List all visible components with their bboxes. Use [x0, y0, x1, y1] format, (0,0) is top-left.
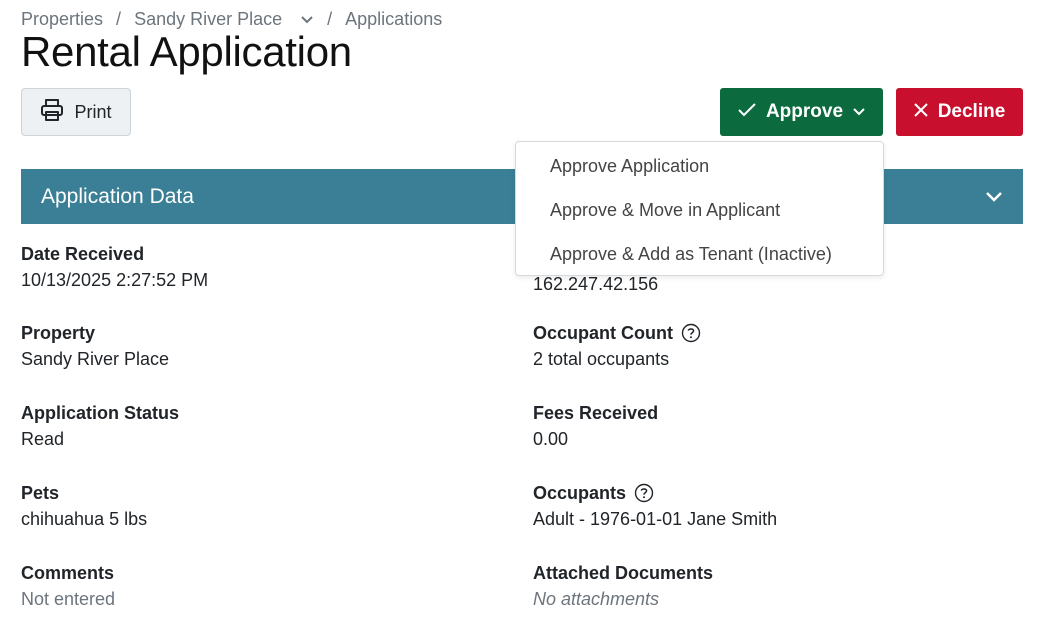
field-value: 10/13/2025 2:27:52 PM	[21, 270, 209, 290]
approve-dropdown-menu: Approve Application Approve & Move in Ap…	[515, 141, 884, 276]
breadcrumb-applications[interactable]: Applications	[345, 9, 442, 30]
chevron-down-icon	[853, 101, 865, 123]
field-occupants: Occupants Adult - 1976-01-01 Jane Smith	[533, 481, 777, 530]
help-icon[interactable]	[681, 323, 701, 343]
close-icon	[913, 101, 928, 123]
field-label: Occupant Count	[533, 321, 701, 345]
approve-button[interactable]: Approve	[720, 88, 883, 136]
field-label: Occupants	[533, 481, 777, 505]
field-occupant-count: Occupant Count 2 total occupants	[533, 321, 701, 370]
menu-item-approve-add-tenant[interactable]: Approve & Add as Tenant (Inactive)	[516, 232, 883, 276]
chevron-down-icon[interactable]	[985, 185, 1003, 209]
section-title: Application Data	[41, 184, 194, 208]
field-label: Property	[21, 322, 96, 343]
print-label: Print	[74, 101, 112, 122]
breadcrumb-properties[interactable]: Properties	[21, 9, 103, 30]
field-value: 0.00	[533, 429, 569, 449]
breadcrumb-separator: /	[327, 9, 333, 29]
approve-label: Approve	[765, 101, 844, 122]
field-label: Pets	[21, 482, 60, 503]
menu-item-approve-application[interactable]: Approve Application	[516, 144, 883, 188]
field-comments: Comments Not entered	[21, 561, 115, 610]
field-fees-received: Fees Received 0.00	[533, 401, 658, 450]
decline-button[interactable]: Decline	[896, 88, 1023, 136]
breadcrumb: Properties / Sandy River Place / Applica…	[21, 9, 442, 30]
field-application-status: Application Status Read	[21, 401, 179, 450]
field-date-received: Date Received 10/13/2025 2:27:52 PM	[21, 242, 208, 291]
field-label: Attached Documents	[533, 562, 714, 583]
printer-icon	[40, 98, 64, 127]
field-value: 2 total occupants	[533, 349, 670, 369]
field-label: Date Received	[21, 243, 145, 264]
menu-item-approve-move-in[interactable]: Approve & Move in Applicant	[516, 188, 883, 232]
check-icon	[738, 101, 756, 123]
decline-label: Decline	[937, 101, 1006, 122]
field-label-text: Occupant Count	[533, 322, 673, 343]
field-value: chihuahua 5 lbs	[21, 509, 148, 529]
help-icon[interactable]	[634, 483, 654, 503]
field-label: Application Status	[21, 402, 180, 423]
field-label: Fees Received	[533, 402, 659, 423]
breadcrumb-property[interactable]: Sandy River Place	[134, 9, 282, 30]
field-value: No attachments	[533, 589, 660, 609]
field-value: Not entered	[21, 589, 116, 609]
field-label: Comments	[21, 562, 115, 583]
breadcrumb-separator: /	[116, 9, 122, 29]
field-pets: Pets chihuahua 5 lbs	[21, 481, 147, 530]
field-value: Read	[21, 429, 65, 449]
field-property: Property Sandy River Place	[21, 321, 169, 370]
page-title: Rental Application	[21, 28, 352, 75]
field-attached-documents: Attached Documents No attachments	[533, 561, 713, 610]
field-value: Sandy River Place	[21, 349, 170, 369]
field-value: Adult - 1976-01-01 Jane Smith	[533, 509, 778, 529]
field-value: 162.247.42.156	[533, 274, 659, 294]
print-button[interactable]: Print	[21, 88, 131, 136]
field-label-text: Occupants	[533, 482, 627, 503]
chevron-down-icon[interactable]	[300, 15, 314, 25]
